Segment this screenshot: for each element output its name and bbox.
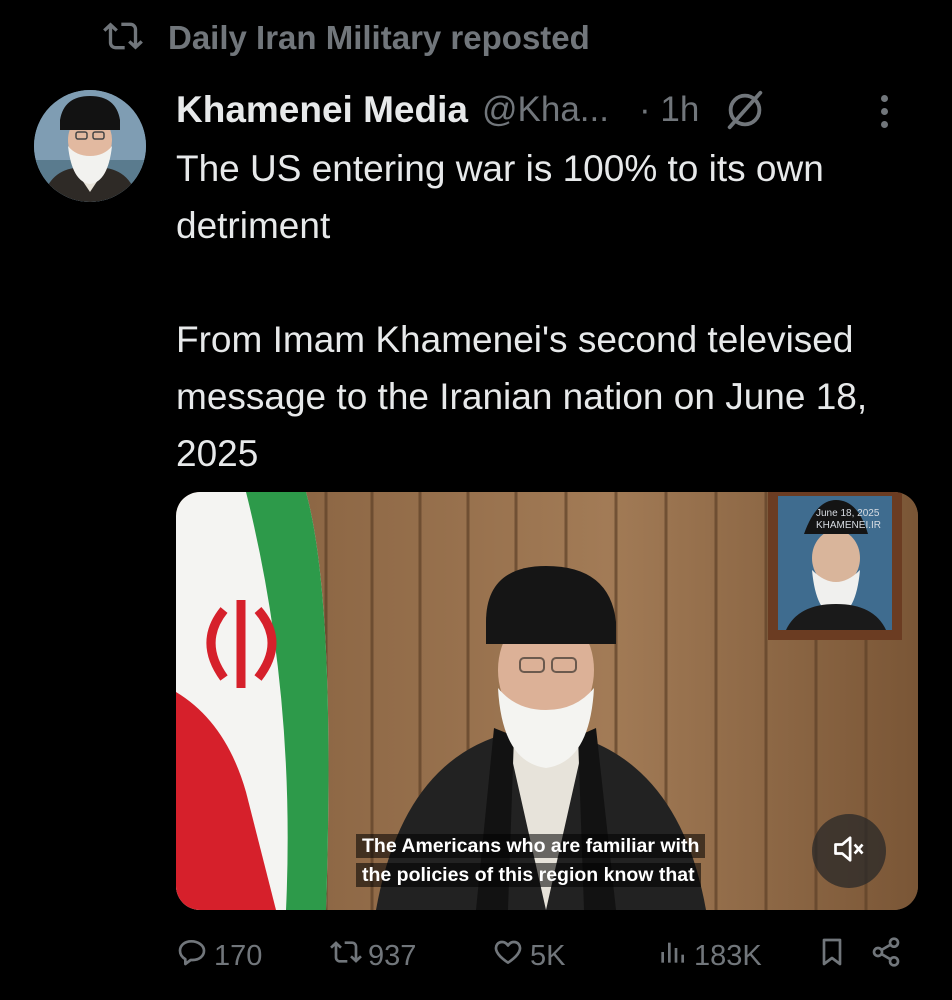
repost-count: 937: [368, 939, 417, 972]
mute-button[interactable]: [812, 814, 886, 888]
tweet-body: The US entering war is 100% to its own d…: [176, 140, 926, 482]
share-icon: [870, 936, 902, 976]
author-handle[interactable]: @Kha...: [482, 90, 609, 130]
tweet-paragraph-2: From Imam Khamenei's second televised me…: [176, 319, 868, 474]
video-player[interactable]: June 18, 2025 KHAMENEI.IR The Americans …: [176, 492, 918, 910]
repost-action-icon: [330, 936, 362, 976]
video-caption: The Americans who are familiar with the …: [356, 832, 736, 890]
more-options-icon[interactable]: [864, 86, 904, 136]
caption-line-1: The Americans who are familiar with: [356, 834, 706, 858]
reply-count: 170: [214, 939, 263, 972]
avatar[interactable]: [34, 90, 146, 202]
bookmark-button[interactable]: [816, 932, 848, 980]
bookmark-icon: [816, 936, 848, 976]
repost-button[interactable]: 937: [330, 932, 416, 980]
video-watermark: June 18, 2025 KHAMENEI.IR: [816, 508, 882, 531]
views-button[interactable]: 183K: [656, 932, 762, 980]
heart-icon: [492, 936, 524, 976]
like-button[interactable]: 5K: [492, 932, 565, 980]
views-count: 183K: [694, 939, 762, 972]
muted-speaker-icon: [831, 831, 867, 872]
reply-icon: [176, 936, 208, 976]
repost-indicator[interactable]: Daily Iran Military reposted: [100, 14, 590, 62]
share-button[interactable]: [870, 932, 902, 980]
reply-button[interactable]: 170: [176, 932, 262, 980]
action-bar: 170 937 5K 183K: [170, 932, 920, 980]
views-icon: [656, 936, 688, 976]
author-name[interactable]: Khamenei Media: [176, 89, 468, 131]
timestamp[interactable]: · 1h: [639, 90, 699, 130]
tweet-header: Khamenei Media @Kha... · 1h: [176, 80, 922, 140]
like-count: 5K: [530, 939, 566, 972]
repost-icon: [100, 16, 146, 61]
repost-label: Daily Iran Military reposted: [168, 19, 590, 56]
tweet-paragraph-1: The US entering war is 100% to its own d…: [176, 148, 824, 246]
grok-icon[interactable]: [721, 86, 769, 134]
caption-line-2: the policies of this region know that: [356, 863, 701, 887]
